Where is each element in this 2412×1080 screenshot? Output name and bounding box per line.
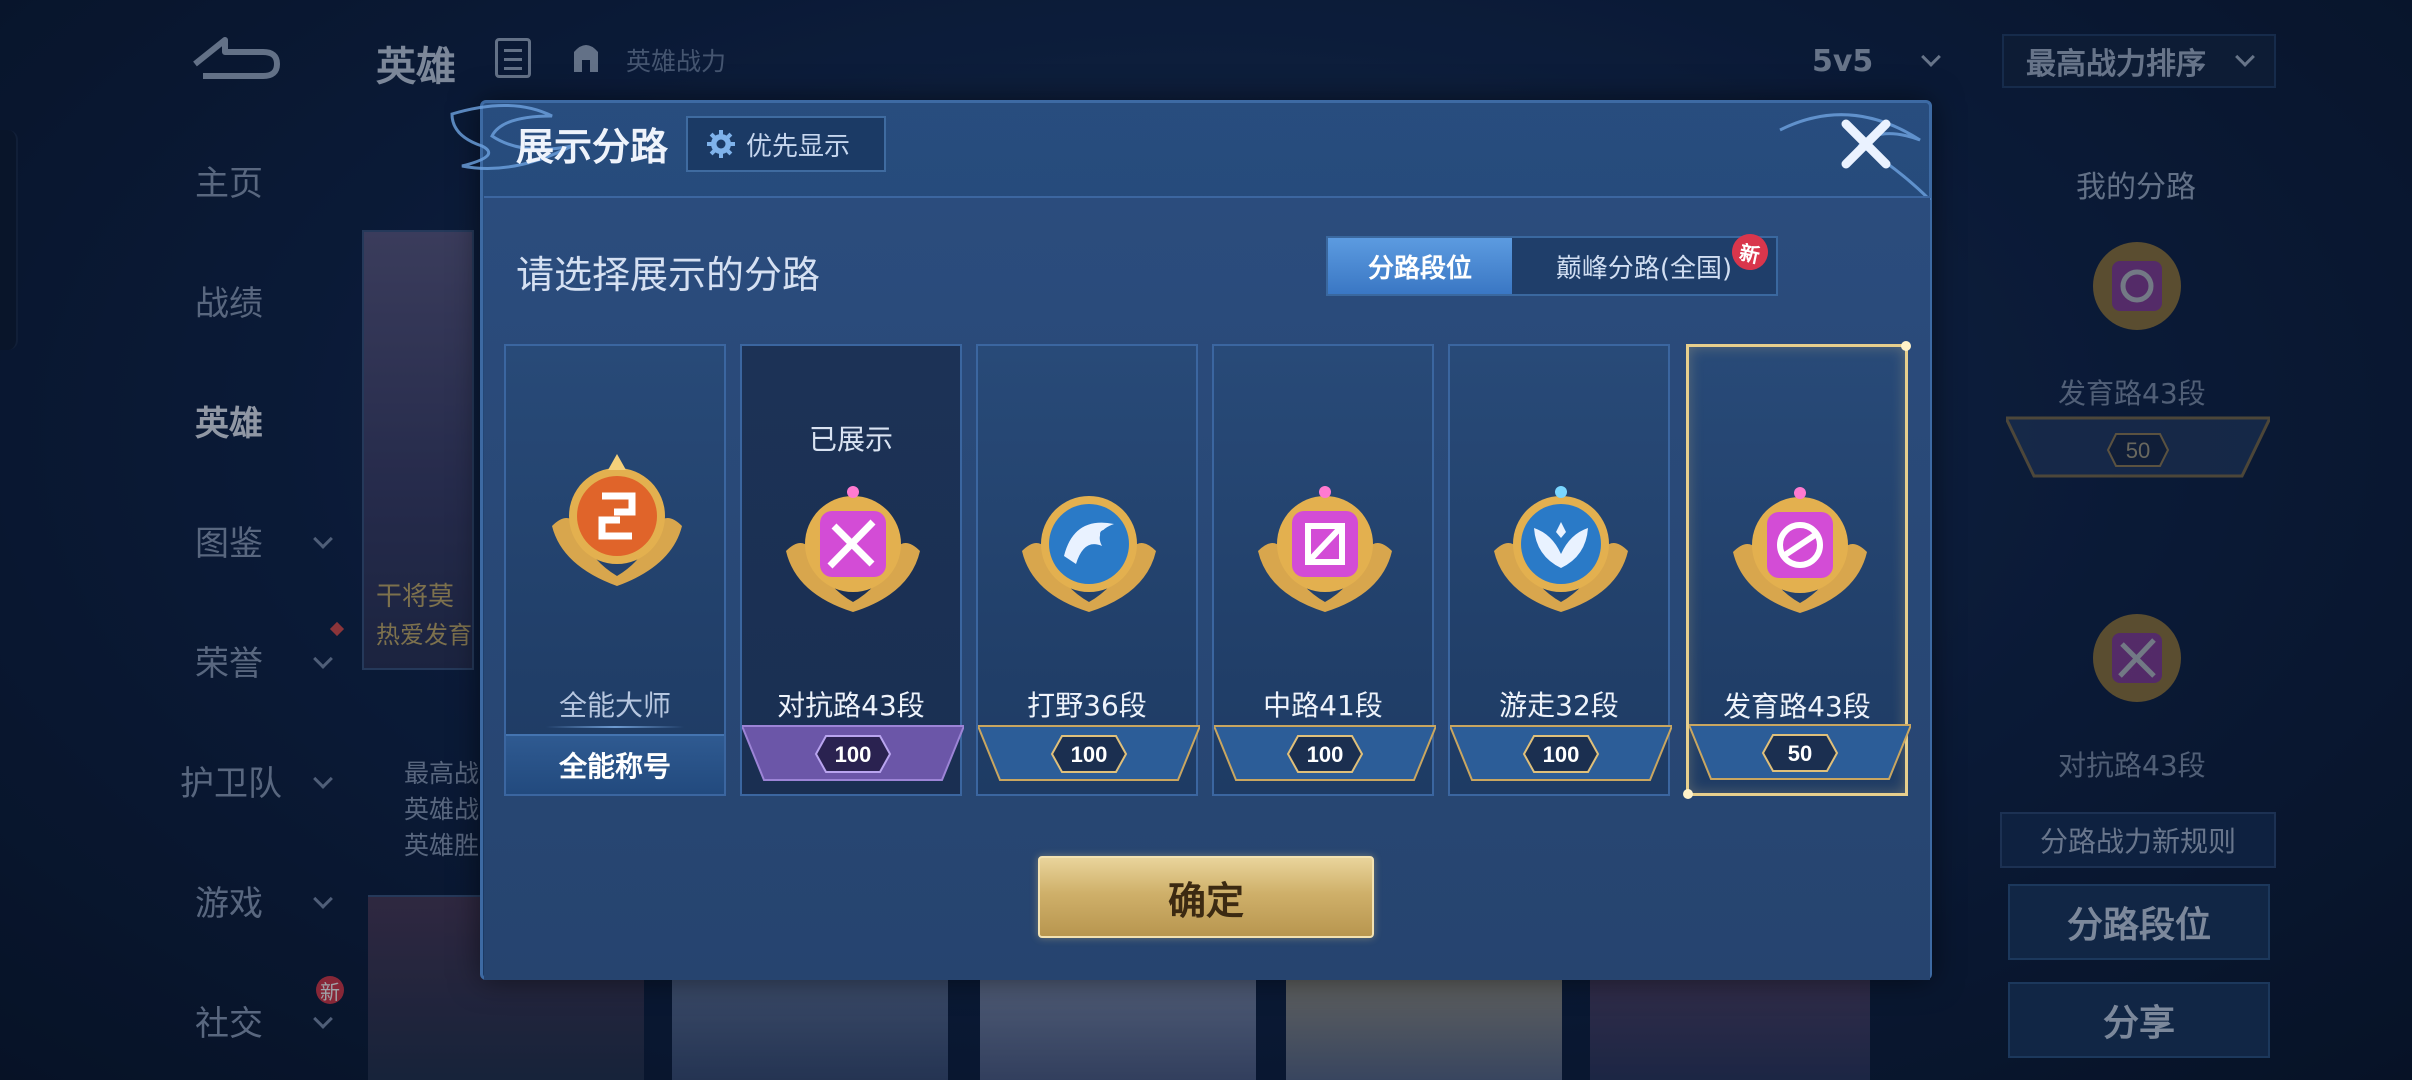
lane-card-name: 全能大师 bbox=[558, 689, 671, 722]
select-lane-prompt: 请选择展示的分路 bbox=[516, 253, 821, 297]
close-icon[interactable] bbox=[1836, 114, 1896, 174]
rank-ribbon: 100 bbox=[1450, 725, 1672, 781]
jungle-dragon-icon bbox=[1022, 496, 1156, 612]
rank-stars: 50 bbox=[1788, 741, 1812, 766]
lane-tab-group: 分路段位 巅峰分路(全国) 新 bbox=[1326, 230, 1778, 296]
priority-display-button[interactable]: 优先显示 bbox=[686, 116, 886, 172]
divider bbox=[546, 726, 684, 728]
lane-card-clash[interactable]: 已展示 对抗路43段 100 bbox=[740, 344, 964, 796]
rank-ribbon: 50 bbox=[1689, 724, 1911, 780]
confirm-button[interactable]: 确定 bbox=[1038, 856, 1374, 938]
rank-stars: 100 bbox=[1543, 742, 1580, 767]
lane-card-name: 发育路43段 bbox=[1723, 690, 1871, 723]
all-round-master-icon bbox=[552, 454, 682, 586]
clash-lane-icon bbox=[786, 486, 920, 612]
tab-label: 巅峰分路(全国) bbox=[1555, 253, 1733, 284]
modal-title: 展示分路 bbox=[516, 125, 669, 169]
rank-stars: 100 bbox=[1071, 742, 1108, 767]
rank-ribbon: 100 bbox=[978, 725, 1200, 781]
all-round-title-label: 全能称号 bbox=[506, 734, 724, 794]
shown-label: 已展示 bbox=[808, 423, 893, 456]
gear-icon bbox=[707, 130, 735, 158]
farm-lane-icon bbox=[1733, 487, 1867, 613]
lane-card-roam[interactable]: 游走32段 100 bbox=[1448, 344, 1672, 796]
rank-ribbon: 100 bbox=[1214, 725, 1436, 781]
rank-stars: 100 bbox=[1307, 742, 1344, 767]
roam-wings-icon bbox=[1494, 486, 1628, 612]
corner-dot bbox=[1901, 341, 1911, 351]
priority-display-label: 优先显示 bbox=[746, 131, 851, 162]
rank-stars: 100 bbox=[835, 742, 872, 767]
lane-card-mid[interactable]: 中路41段 100 bbox=[1212, 344, 1436, 796]
lane-card-jungle[interactable]: 打野36段 100 bbox=[976, 344, 1200, 796]
mid-lane-icon bbox=[1258, 486, 1392, 612]
lane-card-name: 中路41段 bbox=[1263, 689, 1383, 722]
lane-card-name: 对抗路43段 bbox=[777, 689, 925, 722]
lane-card-all-round[interactable]: 全能大师 全能称号 bbox=[504, 344, 726, 796]
lane-card-name: 打野36段 bbox=[1027, 689, 1147, 722]
new-badge: 新 bbox=[1728, 230, 1772, 274]
lane-card-farm[interactable]: 发育路43段 50 bbox=[1683, 341, 1911, 799]
tab-peak-lane[interactable]: 巅峰分路(全国) 新 bbox=[1512, 230, 1776, 294]
rank-ribbon: 100 bbox=[742, 725, 964, 781]
lane-card-name: 游走32段 bbox=[1499, 689, 1619, 722]
tab-lane-rank[interactable]: 分路段位 bbox=[1328, 238, 1512, 294]
